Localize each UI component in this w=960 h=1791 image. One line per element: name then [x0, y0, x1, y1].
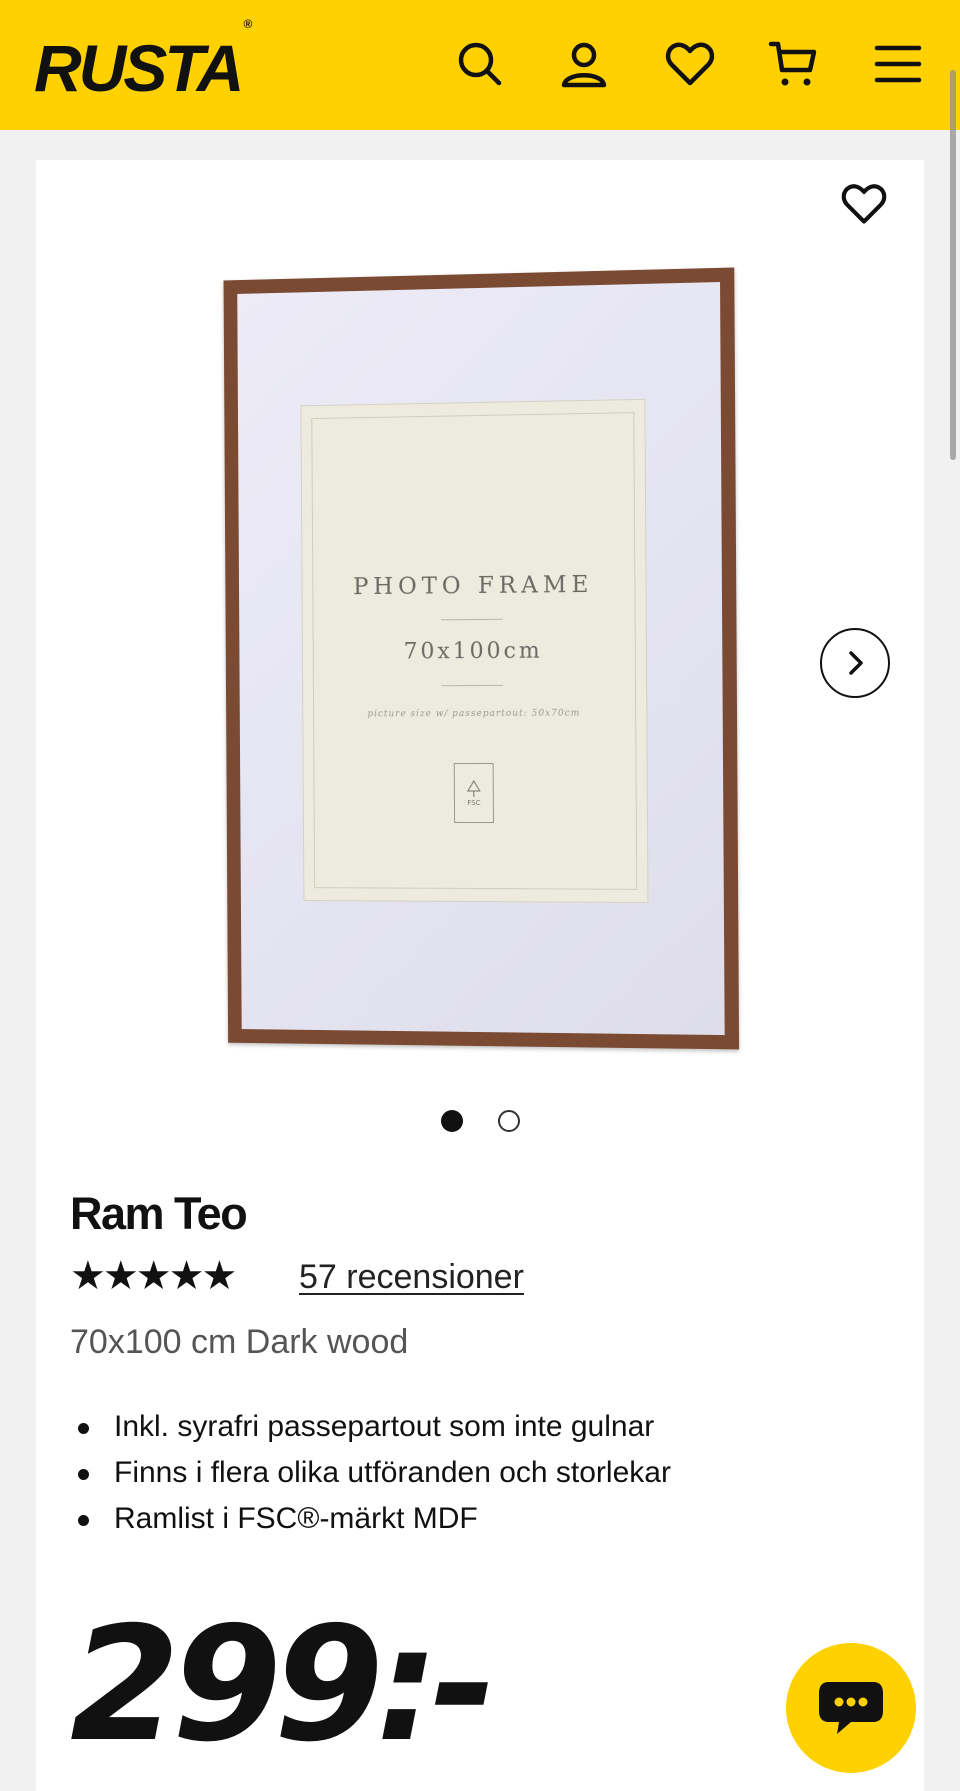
menu-button[interactable] — [870, 36, 926, 92]
carousel-dot-1[interactable] — [441, 1110, 463, 1132]
cart-button[interactable] — [766, 36, 822, 92]
logo-text: RUSTA — [34, 31, 244, 105]
product-price: 299:- — [70, 1593, 497, 1777]
frame-insert-card: PHOTO FRAME 70x100cm picture size w/ pas… — [300, 398, 649, 904]
menu-icon — [874, 45, 922, 83]
insert-picture-size: picture size w/ passepartout: 50x70cm — [367, 708, 581, 720]
cart-icon — [768, 41, 817, 86]
carousel-next-button[interactable] — [820, 628, 890, 698]
favorites-button[interactable] — [662, 36, 718, 92]
page-scrollbar[interactable] — [950, 70, 956, 460]
feature-item: Finns i flera olika utföranden och storl… — [70, 1450, 671, 1496]
site-header: RUSTA® — [0, 0, 960, 130]
product-image[interactable]: PHOTO FRAME 70x100cm picture size w/ pas… — [223, 267, 740, 1050]
chat-button[interactable] — [786, 1643, 916, 1773]
chevron-right-icon — [849, 651, 863, 675]
product-variant: 70x100 cm Dark wood — [70, 1323, 409, 1361]
search-icon — [458, 42, 502, 86]
add-to-favorites-button[interactable] — [838, 178, 890, 230]
account-button[interactable] — [556, 36, 612, 92]
heart-icon — [665, 42, 715, 86]
heart-icon — [841, 184, 887, 224]
user-icon — [561, 42, 607, 88]
search-button[interactable] — [452, 36, 508, 92]
feature-item: Inkl. syrafri passepartout som inte guln… — [70, 1404, 671, 1450]
insert-size: 70x100cm — [403, 638, 543, 665]
rusta-logo[interactable]: RUSTA® — [34, 17, 252, 105]
insert-title: PHOTO FRAME — [353, 571, 594, 601]
frame-passepartout: PHOTO FRAME 70x100cm picture size w/ pas… — [237, 282, 725, 1036]
feature-list: Inkl. syrafri passepartout som inte guln… — [70, 1404, 671, 1542]
fsc-logo: FSC — [453, 762, 494, 824]
reviews-link[interactable]: 57 recensioner — [299, 1255, 524, 1299]
chat-icon — [819, 1682, 883, 1734]
registered-mark: ® — [243, 17, 252, 31]
feature-item: Ramlist i FSC®-märkt MDF — [70, 1496, 671, 1542]
product-title: Ram Teo — [70, 1188, 248, 1239]
carousel-dot-2[interactable] — [498, 1110, 520, 1132]
rating-stars: ★★★★★ — [70, 1253, 237, 1299]
